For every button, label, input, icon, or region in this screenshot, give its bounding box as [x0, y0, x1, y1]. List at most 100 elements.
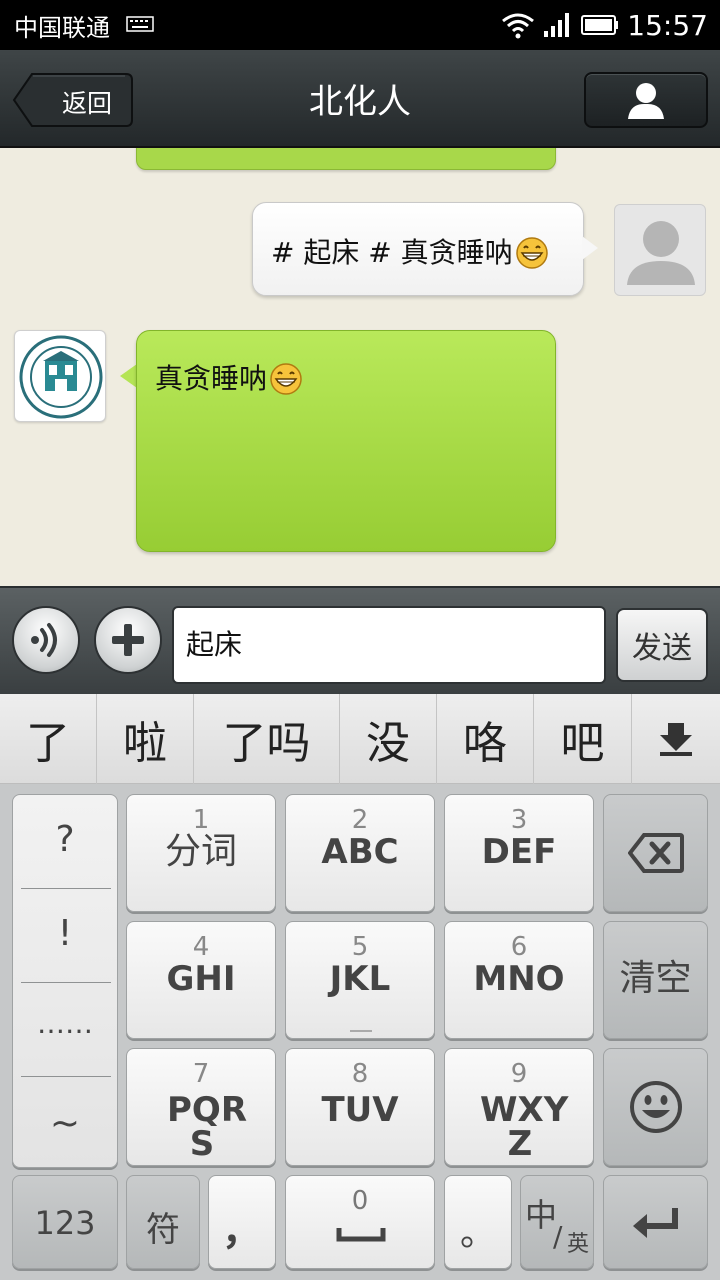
contact-info-button[interactable]: [584, 72, 708, 128]
key-number: 2: [351, 805, 369, 835]
candidate-item[interactable]: 吧: [534, 694, 632, 784]
space-key[interactable]: 0: [285, 1175, 435, 1269]
person-icon: [628, 83, 664, 119]
university-seal-icon: [19, 335, 103, 419]
key-9[interactable]: 9 WXY Z: [444, 1048, 594, 1166]
key-label: PQR S: [167, 1090, 248, 1164]
grin-emoji-icon: [515, 237, 548, 269]
t9-keyboard: ? ! …… ~ 1 分词 2 ABC 3 DEF 4 GHI 5 JKL 6 …: [0, 784, 720, 1280]
key-number: 0: [351, 1186, 369, 1216]
key-2[interactable]: 2 ABC: [285, 794, 435, 912]
key-label: 。: [459, 1213, 496, 1254]
key-label: 符: [146, 1210, 180, 1250]
key-label: TUV: [321, 1090, 399, 1130]
smiley-icon: [629, 1081, 682, 1133]
key-number: 6: [510, 932, 528, 962]
candidate-item[interactable]: 了: [0, 694, 97, 784]
symbol-key-tilde[interactable]: ~: [13, 1103, 117, 1144]
expand-candidates-button[interactable]: [632, 694, 720, 784]
key-1[interactable]: 1 分词: [126, 794, 276, 912]
title-bar: 返回 北化人: [0, 50, 720, 148]
default-avatar-icon: [627, 221, 695, 285]
divider: [21, 982, 111, 983]
keyboard-indicator-icon: [126, 16, 154, 32]
key-4[interactable]: 4 GHI: [126, 921, 276, 1039]
key-label: ，: [222, 1208, 262, 1254]
incoming-bubble-tail: [120, 364, 137, 388]
plus-icon: [112, 624, 144, 656]
clear-key[interactable]: 清空: [603, 921, 708, 1039]
message-composer: 起床 发送: [0, 586, 720, 694]
chat-area[interactable]: # 起床 # 真贪睡呐 真贪睡呐: [0, 148, 720, 586]
symbol-key-ellipsis[interactable]: ……: [13, 1007, 117, 1040]
candidate-item[interactable]: 啦: [97, 694, 194, 784]
back-button[interactable]: 返回: [12, 72, 134, 128]
incoming-message-bubble[interactable]: 真贪睡呐: [136, 330, 556, 552]
lang-en-label: 英: [567, 1232, 590, 1257]
backspace-icon: [627, 833, 684, 873]
key-label: ABC: [321, 832, 399, 872]
wifi-icon: [502, 13, 535, 39]
message-text: # 起床 # 真贪睡呐: [271, 231, 549, 271]
comma-key[interactable]: ，: [208, 1175, 276, 1269]
send-button[interactable]: 发送: [616, 608, 708, 682]
voice-input-button[interactable]: [12, 606, 80, 674]
enter-key[interactable]: [603, 1175, 708, 1269]
language-switch-key[interactable]: 中 / 英: [520, 1175, 594, 1269]
key-label: WXY Z: [480, 1090, 569, 1164]
key-3[interactable]: 3 DEF: [444, 794, 594, 912]
key-label: JKL: [329, 959, 391, 999]
lang-slash: /: [553, 1220, 563, 1253]
key-8[interactable]: 8 TUV: [285, 1048, 435, 1166]
carrier-name: 中国联通: [14, 14, 110, 42]
divider: [21, 1076, 111, 1077]
attach-button[interactable]: [94, 606, 162, 674]
contact-avatar[interactable]: [14, 330, 106, 422]
enter-icon: [632, 1208, 678, 1238]
my-avatar[interactable]: [614, 204, 706, 296]
key-number: 9: [510, 1059, 528, 1089]
key-number: 3: [510, 805, 528, 835]
period-key[interactable]: 。: [444, 1175, 512, 1269]
backspace-key[interactable]: [603, 794, 708, 912]
key-label: DEF: [481, 832, 557, 872]
key-7[interactable]: 7 PQR S: [126, 1048, 276, 1166]
symbol-key-question[interactable]: ?: [13, 819, 117, 860]
grin-emoji-icon: [270, 363, 302, 395]
clock: 15:57: [627, 8, 708, 42]
key-6[interactable]: 6 MNO: [444, 921, 594, 1039]
space-icon: [336, 1228, 386, 1242]
symbol-key-exclaim[interactable]: !: [13, 913, 117, 954]
numeric-mode-key[interactable]: 123: [12, 1175, 118, 1269]
voice-icon: [31, 623, 57, 657]
arrow-down-icon: [660, 723, 692, 756]
key-5[interactable]: 5 JKL: [285, 921, 435, 1039]
key-label: 分词: [164, 831, 237, 872]
message-input[interactable]: 起床: [172, 606, 606, 684]
candidate-item[interactable]: 没: [340, 694, 437, 784]
signal-icon: [544, 13, 570, 37]
symbol-column: ? ! …… ~: [12, 794, 118, 1168]
candidate-bar: 了 啦 了吗 没 咯 吧: [0, 694, 720, 784]
key-number: 8: [351, 1059, 369, 1089]
key-label: 123: [34, 1204, 96, 1242]
key-number: 7: [192, 1059, 210, 1089]
outgoing-bubble-tail: [582, 236, 598, 260]
message-text: 真贪睡呐: [155, 357, 303, 397]
key-label: MNO: [473, 959, 565, 999]
back-label: 返回: [61, 89, 112, 118]
battery-icon: [581, 15, 619, 35]
divider: [21, 888, 111, 889]
home-key-marker: [350, 1030, 372, 1032]
symbols-key[interactable]: 符: [126, 1175, 200, 1269]
key-number: 4: [192, 932, 210, 962]
previous-message-bubble: [136, 148, 556, 170]
emoji-key[interactable]: [603, 1048, 708, 1166]
outgoing-message-bubble[interactable]: # 起床 # 真贪睡呐: [252, 202, 584, 296]
candidate-item[interactable]: 了吗: [194, 694, 340, 784]
key-number: 5: [351, 932, 369, 962]
key-label: GHI: [166, 959, 236, 999]
status-bar: 中国联通 15:57: [0, 0, 720, 50]
candidate-item[interactable]: 咯: [437, 694, 534, 784]
key-label: 清空: [619, 958, 692, 999]
